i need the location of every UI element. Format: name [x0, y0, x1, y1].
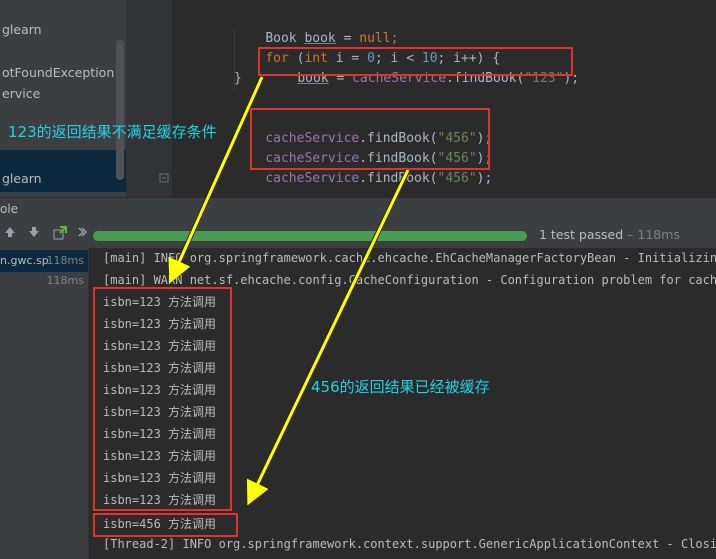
- project-tree-item[interactable]: glearn: [2, 22, 42, 37]
- console-line: [main] INFO org.springframework.cache.eh…: [103, 251, 716, 265]
- method-token: .findBook(: [359, 171, 438, 186]
- field-token: cacheService: [265, 171, 360, 186]
- export-icon[interactable]: [50, 225, 70, 245]
- console-line: [Thread-2] INFO org.springframework.cont…: [103, 537, 716, 551]
- test-name: n.gwc.sp: [0, 254, 49, 267]
- fold-icon[interactable]: [158, 172, 170, 186]
- console-line: [main] WARN net.sf.ehcache.config.CacheC…: [103, 273, 716, 287]
- test-tree-row[interactable]: n.gwc.sp 118ms: [0, 250, 88, 272]
- project-panel: glearn otFoundException ervice glearn: [0, 0, 126, 197]
- test-tree-row[interactable]: 118ms: [0, 270, 88, 292]
- annotation-note-123: 123的返回结果不满足缓存条件: [8, 123, 217, 141]
- more-icon[interactable]: [72, 225, 92, 245]
- test-progress-fill: [93, 231, 527, 241]
- project-tree-item-selected[interactable]: [0, 150, 126, 172]
- arrow-up-icon[interactable]: [0, 225, 20, 245]
- highlight-box-123-output: [93, 287, 232, 511]
- highlight-box-456-calls: [250, 108, 490, 170]
- highlight-box-456-output: [93, 513, 238, 537]
- test-status: 1 test passed – 118ms: [539, 227, 680, 242]
- run-panel-header: ole: [0, 197, 716, 222]
- test-status-text: 1 test passed: [539, 227, 624, 242]
- code-line-4: }: [234, 71, 242, 86]
- run-toolbar: 1 test passed – 118ms: [0, 222, 716, 249]
- annotation-note-456: 456的返回结果已经被缓存: [311, 378, 490, 396]
- test-duration: 118ms: [46, 274, 84, 287]
- punct-token: );: [476, 171, 493, 186]
- test-status-time: – 118ms: [627, 227, 680, 242]
- highlight-box-123-call: [258, 47, 573, 76]
- project-tree-item[interactable]: glearn: [0, 170, 126, 192]
- test-results-tree: n.gwc.sp 118ms 118ms: [0, 248, 88, 559]
- project-scrollbar[interactable]: [116, 40, 124, 180]
- editor-gutter: [128, 0, 172, 197]
- string-token: "456": [437, 171, 477, 186]
- project-tree-item[interactable]: otFoundException: [2, 65, 114, 80]
- project-tree-item[interactable]: ervice: [2, 86, 40, 101]
- test-duration: 118ms: [46, 254, 84, 267]
- arrow-down-icon[interactable]: [24, 225, 44, 245]
- run-tab-label[interactable]: ole: [0, 202, 18, 216]
- test-progress-bar: [92, 230, 528, 242]
